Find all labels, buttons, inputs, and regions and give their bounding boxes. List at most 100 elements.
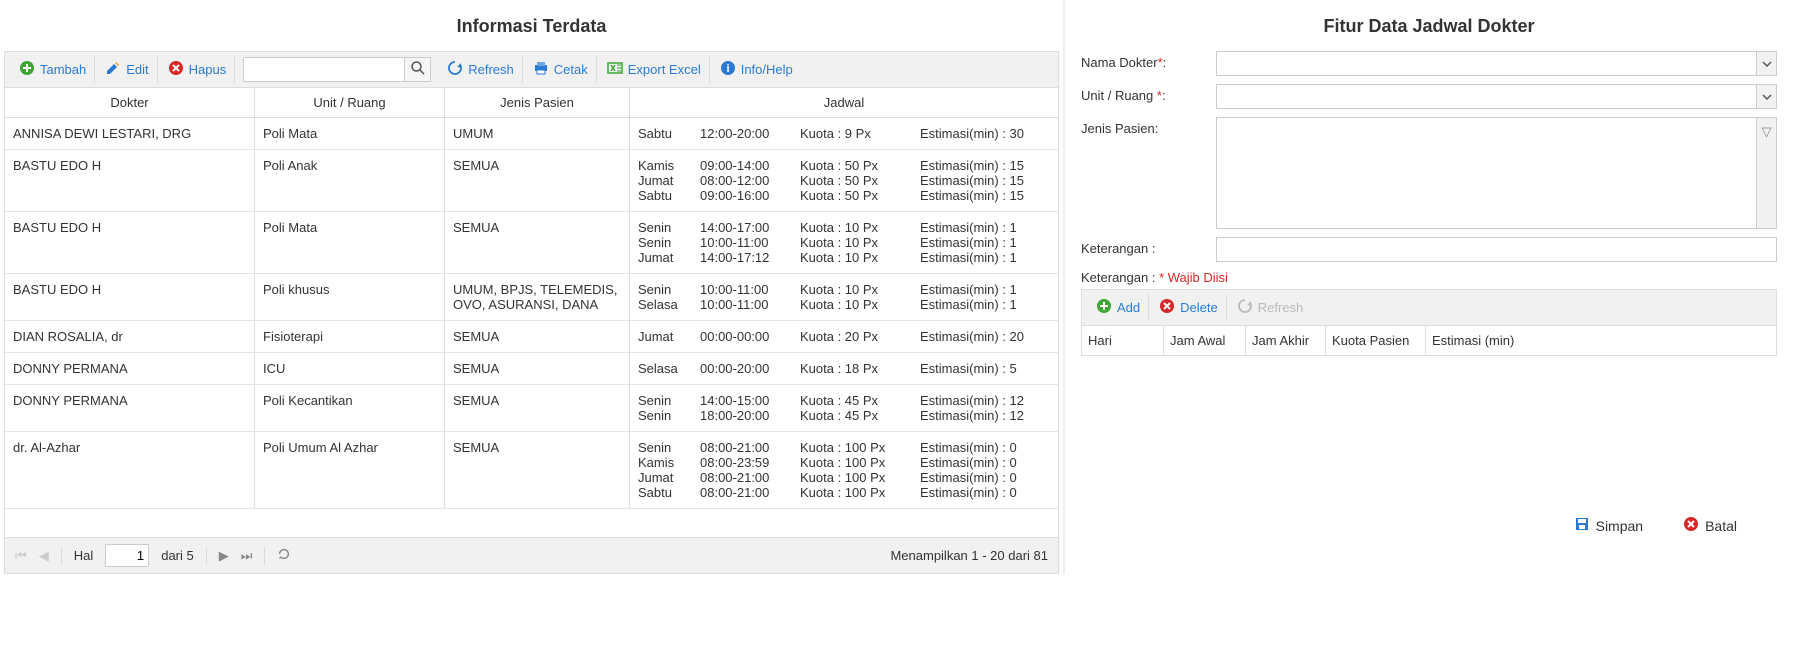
simpan-label: Simpan xyxy=(1596,518,1643,534)
tambah-label: Tambah xyxy=(40,62,86,77)
x-circle-icon xyxy=(1683,516,1699,535)
pager: ⏮ ◀ Hal dari 5 ▶ ⏭ Menampilkan 1 - 20 da… xyxy=(4,538,1059,574)
schedule-line: Jumat08:00-12:00Kuota : 50 PxEstimasi(mi… xyxy=(638,173,1059,188)
cell-jadwal: Selasa00:00-20:00Kuota : 18 PxEstimasi(m… xyxy=(630,353,1059,384)
sub-refresh-button[interactable]: Refresh xyxy=(1229,294,1312,321)
schedule-line: Senin14:00-17:00Kuota : 10 PxEstimasi(mi… xyxy=(638,220,1059,235)
x-circle-icon xyxy=(1159,298,1175,317)
chevron-down-icon[interactable] xyxy=(1756,52,1776,75)
col-header-jenis[interactable]: Jenis Pasien xyxy=(445,88,630,117)
schedule-line: Sabtu12:00-20:00Kuota : 9 PxEstimasi(min… xyxy=(638,126,1059,141)
edit-label: Edit xyxy=(126,62,148,77)
col-header-unit[interactable]: Unit / Ruang xyxy=(255,88,445,117)
edit-button[interactable]: Edit xyxy=(97,56,157,83)
pager-first[interactable]: ⏮ xyxy=(15,548,27,564)
simpan-button[interactable]: Simpan xyxy=(1574,516,1643,535)
hapus-label: Hapus xyxy=(189,62,227,77)
pager-dari-label: dari 5 xyxy=(161,548,194,563)
subcol-estimasi[interactable]: Estimasi (min) xyxy=(1426,326,1776,355)
export-label: Export Excel xyxy=(628,62,701,77)
cetak-button[interactable]: Cetak xyxy=(525,56,597,83)
pager-refresh[interactable] xyxy=(277,547,291,564)
search-input[interactable] xyxy=(244,58,404,81)
schedule-line: Selasa10:00-11:00Kuota : 10 PxEstimasi(m… xyxy=(638,297,1059,312)
table-row[interactable]: ANNISA DEWI LESTARI, DRGPoli MataUMUMSab… xyxy=(5,118,1058,150)
combo-nama-dokter[interactable] xyxy=(1216,51,1777,76)
cell-dokter: DONNY PERMANA xyxy=(5,385,255,431)
cell-jadwal: Senin14:00-17:00Kuota : 10 PxEstimasi(mi… xyxy=(630,212,1059,273)
cell-dokter: BASTU EDO H xyxy=(5,212,255,273)
pager-status: Menampilkan 1 - 20 dari 81 xyxy=(890,548,1048,563)
cell-dokter: ANNISA DEWI LESTARI, DRG xyxy=(5,118,255,149)
cell-unit: Poli Anak xyxy=(255,150,445,211)
delete-button[interactable]: Delete xyxy=(1151,294,1227,321)
grid-body[interactable]: ANNISA DEWI LESTARI, DRGPoli MataUMUMSab… xyxy=(4,118,1059,538)
label-unit: Unit / Ruang *: xyxy=(1081,84,1216,103)
schedule-line: Jumat14:00-17:12Kuota : 10 PxEstimasi(mi… xyxy=(638,250,1059,265)
refresh-button[interactable]: Refresh xyxy=(439,56,523,83)
cell-jenis: UMUM, BPJS, TELEMEDIS, OVO, ASURANSI, DA… xyxy=(445,274,630,320)
required-note: Keterangan : * Wajib Diisi xyxy=(1081,270,1777,285)
tambah-button[interactable]: Tambah xyxy=(11,56,95,83)
table-row[interactable]: DONNY PERMANAPoli KecantikanSEMUASenin14… xyxy=(5,385,1058,432)
pager-last[interactable]: ⏭ xyxy=(241,548,253,564)
table-row[interactable]: BASTU EDO HPoli khususUMUM, BPJS, TELEME… xyxy=(5,274,1058,321)
cell-jenis: SEMUA xyxy=(445,432,630,508)
chevron-down-icon[interactable] xyxy=(1756,85,1776,108)
table-row[interactable]: DIAN ROSALIA, drFisioterapiSEMUAJumat00:… xyxy=(5,321,1058,353)
pager-next[interactable]: ▶ xyxy=(219,548,229,564)
combo-unit[interactable] xyxy=(1216,84,1777,109)
subcol-jam-akhir[interactable]: Jam Akhir xyxy=(1246,326,1326,355)
schedule-line: Senin08:00-21:00Kuota : 100 PxEstimasi(m… xyxy=(638,440,1059,455)
input-keterangan[interactable] xyxy=(1216,237,1777,262)
combo-jenis-pasien[interactable]: ▽ xyxy=(1216,117,1777,229)
schedule-line: Senin14:00-15:00Kuota : 45 PxEstimasi(mi… xyxy=(638,393,1059,408)
export-button[interactable]: Export Excel xyxy=(599,56,710,83)
bottom-actions: Simpan Batal xyxy=(1081,516,1777,535)
dropdown-trigger-icon[interactable]: ▽ xyxy=(1756,118,1776,228)
cell-jenis: SEMUA xyxy=(445,385,630,431)
batal-button[interactable]: Batal xyxy=(1683,516,1737,535)
search-button[interactable] xyxy=(404,58,430,81)
table-row[interactable]: BASTU EDO HPoli AnakSEMUAKamis09:00-14:0… xyxy=(5,150,1058,212)
input-unit[interactable] xyxy=(1217,85,1756,108)
add-label: Add xyxy=(1117,300,1140,315)
pencil-icon xyxy=(105,60,121,79)
table-row[interactable]: dr. Al-AzharPoli Umum Al AzharSEMUASenin… xyxy=(5,432,1058,509)
textarea-jenis-pasien[interactable] xyxy=(1217,118,1756,228)
subcol-jam-awal[interactable]: Jam Awal xyxy=(1164,326,1246,355)
subcol-hari[interactable]: Hari xyxy=(1082,326,1164,355)
info-button[interactable]: i Info/Help xyxy=(712,56,801,83)
grid-header: Dokter Unit / Ruang Jenis Pasien Jadwal xyxy=(4,88,1059,118)
cetak-label: Cetak xyxy=(554,62,588,77)
pager-prev[interactable]: ◀ xyxy=(39,548,49,564)
cell-jadwal: Jumat00:00-00:00Kuota : 20 PxEstimasi(mi… xyxy=(630,321,1059,352)
search-wrap xyxy=(243,57,431,82)
cell-jenis: SEMUA xyxy=(445,321,630,352)
hapus-button[interactable]: Hapus xyxy=(160,56,236,83)
schedule-line: Kamis08:00-23:59Kuota : 100 PxEstimasi(m… xyxy=(638,455,1059,470)
batal-label: Batal xyxy=(1705,518,1737,534)
plus-circle-icon xyxy=(19,60,35,79)
cell-unit: ICU xyxy=(255,353,445,384)
table-row[interactable]: BASTU EDO HPoli MataSEMUASenin14:00-17:0… xyxy=(5,212,1058,274)
printer-icon xyxy=(533,60,549,79)
table-row[interactable]: DONNY PERMANAICUSEMUASelasa00:00-20:00Ku… xyxy=(5,353,1058,385)
refresh-label: Refresh xyxy=(468,62,514,77)
col-header-jadwal[interactable]: Jadwal xyxy=(630,88,1058,117)
cell-dokter: dr. Al-Azhar xyxy=(5,432,255,508)
label-keterangan: Keterangan : xyxy=(1081,237,1216,256)
add-button[interactable]: Add xyxy=(1088,294,1149,321)
main-toolbar: Tambah Edit Hapus Refresh Cetak xyxy=(4,51,1059,88)
sub-grid-header: Hari Jam Awal Jam Akhir Kuota Pasien Est… xyxy=(1081,326,1777,356)
pager-page-input[interactable] xyxy=(105,544,149,567)
input-nama-dokter[interactable] xyxy=(1217,52,1756,75)
save-icon xyxy=(1574,516,1590,535)
col-header-dokter[interactable]: Dokter xyxy=(5,88,255,117)
x-circle-icon xyxy=(168,60,184,79)
cell-dokter: DIAN ROSALIA, dr xyxy=(5,321,255,352)
search-icon xyxy=(410,60,426,79)
sub-toolbar: Add Delete Refresh xyxy=(1081,289,1777,326)
subcol-kuota[interactable]: Kuota Pasien xyxy=(1326,326,1426,355)
cell-unit: Poli Mata xyxy=(255,212,445,273)
